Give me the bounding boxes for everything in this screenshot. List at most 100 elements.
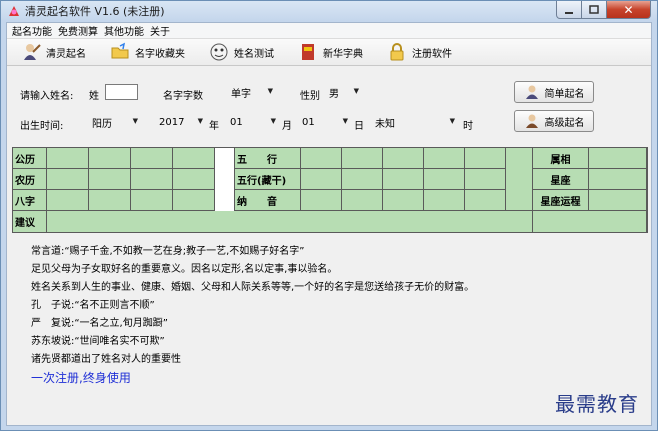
app-window: 清灵起名软件 V1.6 (未注册) ✕ 起名功能 免费测算 其他功能 关于 清灵…: [0, 0, 658, 431]
client-area: 起名功能 免费测算 其他功能 关于 清灵起名 名字收藏夹 姓名测试 新华字典 注…: [6, 22, 652, 426]
grid-cell: [89, 190, 131, 211]
grid-cell: [131, 148, 173, 169]
dropdown-arrow-icon: ▼: [449, 117, 455, 125]
menu-about[interactable]: 关于: [147, 23, 173, 38]
text-line: 苏东坡说:“世间唯名实不可欺”: [31, 336, 165, 347]
surname-label: 姓: [89, 91, 99, 102]
grid-separator: [215, 148, 235, 211]
grid-cell: [465, 190, 506, 211]
hour-select[interactable]: 未知 ▼: [373, 114, 457, 130]
month-unit: 月: [282, 121, 292, 132]
window-controls: ✕: [556, 1, 651, 19]
grid-cell: [173, 169, 215, 190]
name-length-value: 单字: [231, 88, 251, 100]
grid-cell: [465, 169, 506, 190]
month-value: 01: [230, 116, 243, 128]
tool-naming-button[interactable]: 清灵起名: [21, 42, 86, 62]
day-value: 01: [302, 116, 315, 128]
folder-icon: [110, 42, 130, 62]
title-bar[interactable]: 清灵起名软件 V1.6 (未注册) ✕: [1, 1, 657, 21]
toolbar: 清灵起名 名字收藏夹 姓名测试 新华字典 注册软件: [7, 38, 651, 66]
mid-label-wuxing-canggan: 五行(藏干): [235, 169, 301, 190]
mid-label-wuxing: 五 行: [235, 148, 301, 169]
menu-naming[interactable]: 起名功能: [9, 23, 55, 38]
day-select[interactable]: 01 ▼: [300, 114, 350, 130]
dropdown-arrow-icon: ▼: [267, 87, 273, 95]
tool-favorites-button[interactable]: 名字收藏夹: [110, 42, 185, 62]
birth-time-label: 出生时间:: [20, 121, 64, 132]
minimize-icon: [565, 11, 573, 14]
year-select[interactable]: 2017 ▼: [157, 114, 205, 130]
tool-name-test-button[interactable]: 姓名测试: [209, 42, 274, 62]
dictionary-icon: [298, 42, 318, 62]
result-grid: 公历 农历 八字 建议 五 行 五行(藏干) 纳 音 属相 星座 星座运程: [12, 147, 648, 233]
row-label-bazi: 八字: [13, 190, 47, 211]
tool-favorites-label: 名字收藏夹: [135, 48, 185, 60]
year-unit: 年: [209, 121, 219, 132]
grid-cell: [89, 148, 131, 169]
grid-cell: [342, 169, 383, 190]
scholar-icon: [524, 84, 542, 100]
tool-dictionary-button[interactable]: 新华字典: [298, 42, 363, 62]
dropdown-arrow-icon: ▼: [197, 117, 203, 125]
grid-cell: [383, 148, 424, 169]
scholar-icon: [21, 42, 41, 62]
name-prompt-label: 请输入姓名:: [20, 91, 74, 102]
gender-label: 性别: [300, 91, 320, 102]
gender-select[interactable]: 男 ▼: [327, 84, 361, 100]
maximize-button[interactable]: [582, 1, 607, 19]
window-title: 清灵起名软件 V1.6 (未注册): [25, 5, 165, 18]
simple-naming-label: 简单起名: [544, 88, 585, 100]
grid-cell: [533, 211, 647, 233]
calendar-type-select[interactable]: 阳历 ▼: [90, 114, 140, 130]
right-label-zodiac: 属相: [533, 148, 589, 169]
input-form: 请输入姓名: 姓 名字字数 单字 ▼ 性别 男 ▼ 出生时间: 阳历 ▼ 201…: [7, 66, 651, 144]
grid-cell: [47, 169, 89, 190]
grid-cell: [47, 148, 89, 169]
surname-input[interactable]: [105, 84, 138, 100]
hour-value: 未知: [375, 118, 395, 130]
grid-cell: [89, 169, 131, 190]
grid-cell: [589, 190, 647, 211]
grid-cell: [465, 148, 506, 169]
text-line: 诸先贤都道出了姓名对人的重要性: [31, 354, 181, 365]
grid-cell: [173, 190, 215, 211]
row-label-lunar: 农历: [13, 169, 47, 190]
menu-free-calc[interactable]: 免费测算: [55, 23, 101, 38]
intro-text: 常言道:“赐子千金,不如教一艺在身;教子一艺,不如赐子好名字” 足见父母为子女取…: [31, 243, 631, 387]
right-label-constellation: 星座: [533, 169, 589, 190]
grid-cell: [131, 169, 173, 190]
advanced-naming-label: 高级起名: [544, 117, 585, 129]
dropdown-arrow-icon: ▼: [353, 87, 359, 95]
tool-register-label: 注册软件: [412, 48, 452, 60]
menu-other[interactable]: 其他功能: [101, 23, 147, 38]
lock-icon: [387, 42, 407, 62]
dropdown-arrow-icon: ▼: [270, 117, 276, 125]
tool-name-test-label: 姓名测试: [234, 48, 274, 60]
advanced-naming-button[interactable]: 高级起名: [514, 110, 594, 132]
grid-cell: [131, 190, 173, 211]
year-value: 2017: [159, 116, 185, 128]
mid-label-nayin: 纳 音: [235, 190, 301, 211]
row-label-solar: 公历: [13, 148, 47, 169]
scholar-icon: [524, 113, 542, 129]
simple-naming-button[interactable]: 简单起名: [514, 81, 594, 103]
text-line: 足见父母为子女取好名的重要意义。因名以定形,名以定事,事以验名。: [31, 264, 338, 275]
month-select[interactable]: 01 ▼: [228, 114, 278, 130]
text-line: 孔 子说:“名不正则言不顺”: [31, 300, 155, 311]
name-length-label: 名字字数: [163, 91, 203, 102]
watermark: 最需教育: [555, 392, 639, 416]
text-line: 严 复说:“一名之立,旬月踟蹰”: [31, 318, 168, 329]
tool-register-button[interactable]: 注册软件: [387, 42, 452, 62]
grid-cell: [301, 148, 342, 169]
close-button[interactable]: ✕: [607, 1, 651, 19]
name-length-select[interactable]: 单字 ▼: [229, 84, 275, 100]
gender-value: 男: [329, 88, 339, 100]
grid-cell: [342, 148, 383, 169]
grid-cell: [589, 169, 647, 190]
app-logo-icon: [7, 4, 21, 18]
maximize-icon: [589, 5, 599, 14]
right-label-constellation-fortune: 星座运程: [533, 190, 589, 211]
text-line: 姓名关系到人生的事业、健康、婚姻、父母和人际关系等等,一个好的名字是您送给孩子无…: [31, 282, 475, 293]
minimize-button[interactable]: [556, 1, 582, 19]
